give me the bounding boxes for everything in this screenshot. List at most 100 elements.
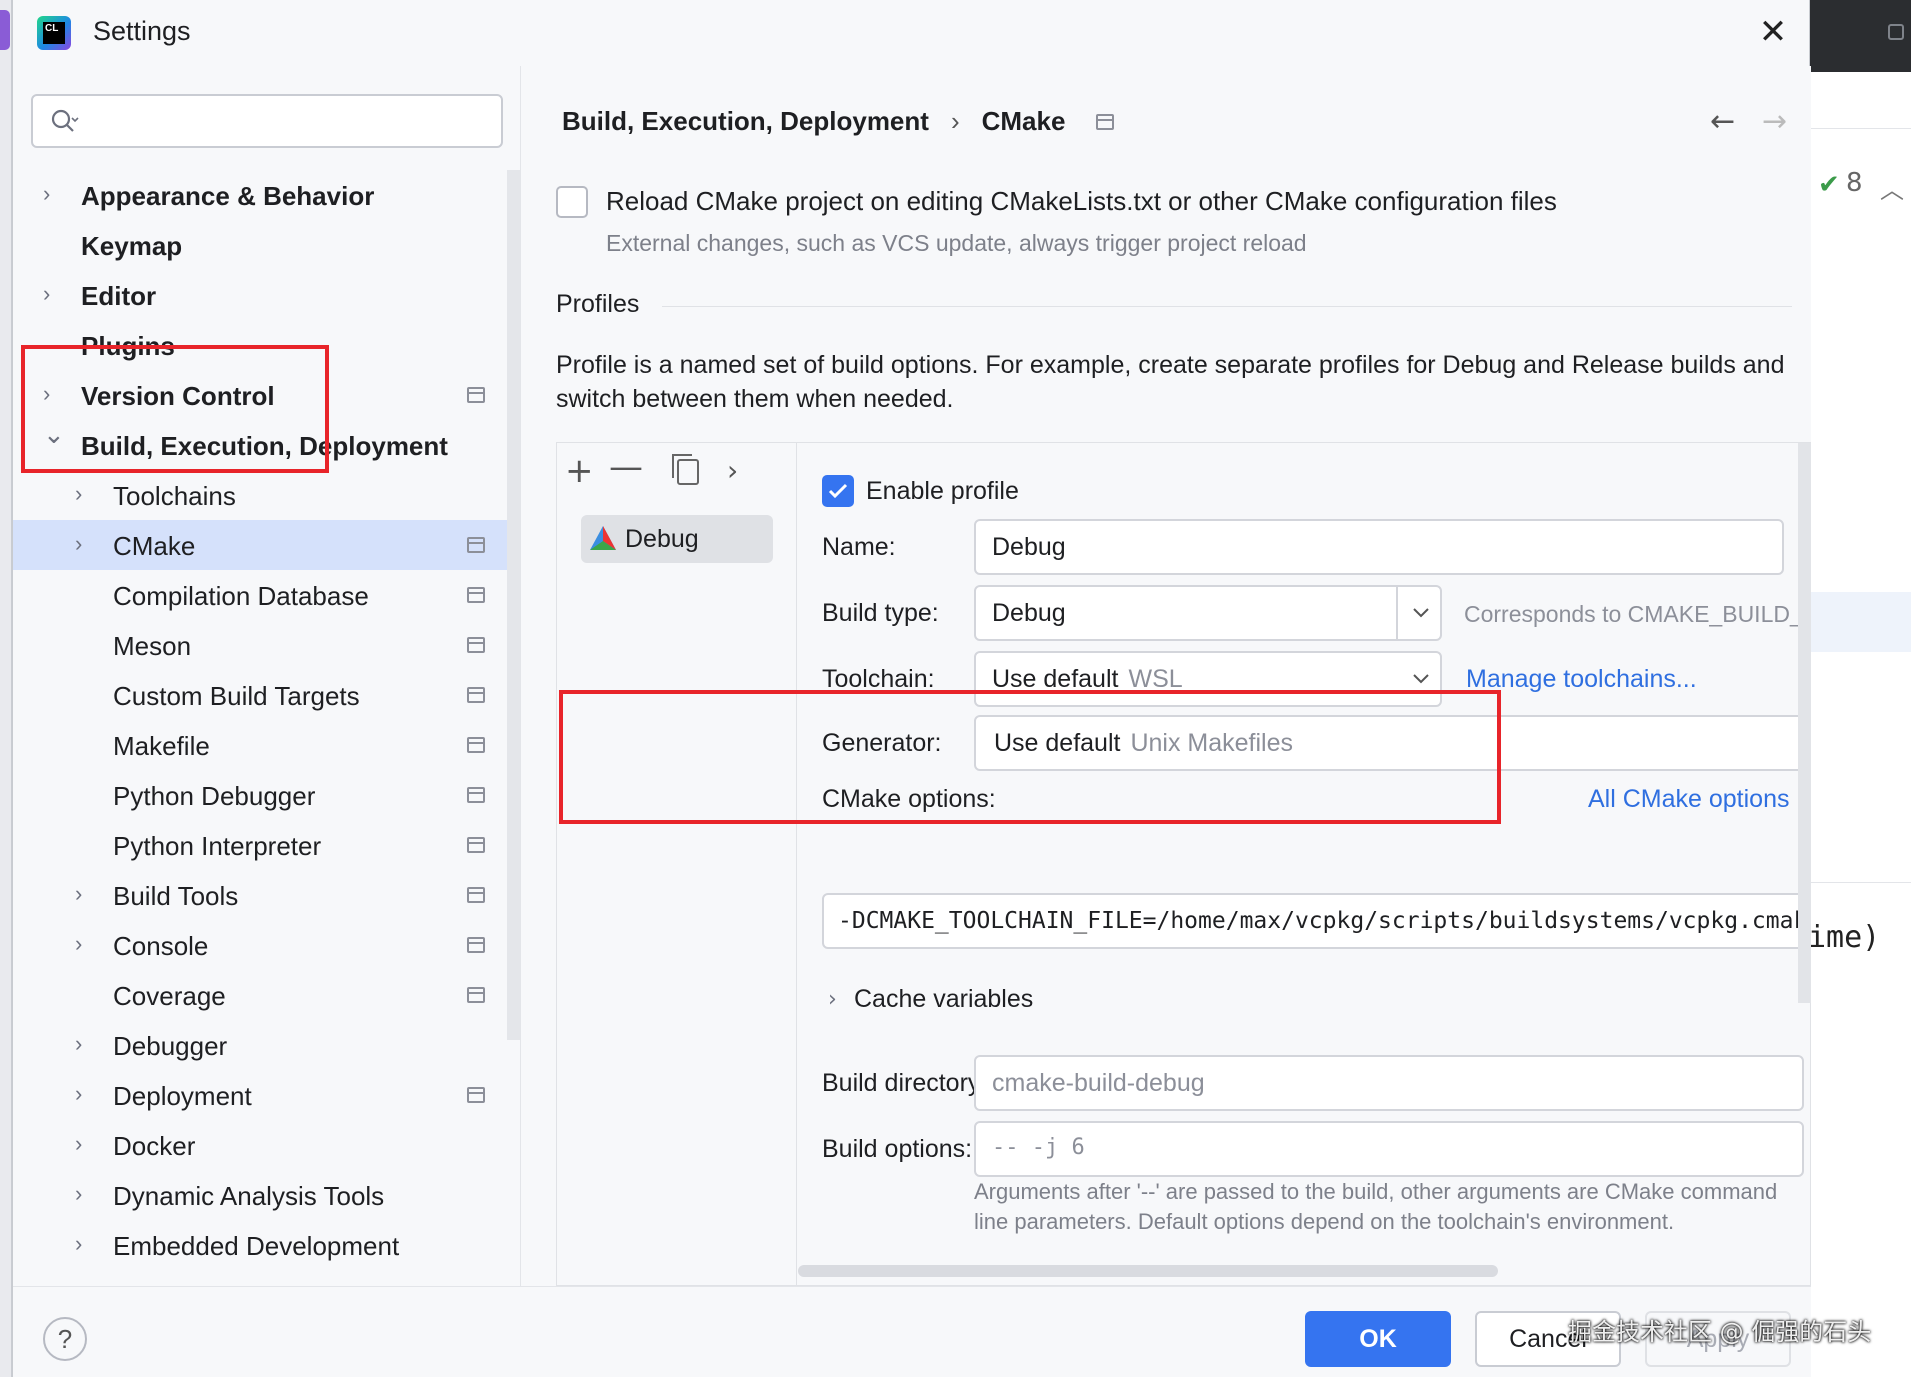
- remove-profile-button[interactable]: —: [609, 449, 643, 485]
- generator-detail: Unix Makefiles: [1130, 729, 1294, 757]
- chevron-right-icon[interactable]: ›: [75, 1232, 95, 1256]
- chevron-right-icon[interactable]: ›: [75, 1132, 95, 1156]
- generator-combobox[interactable]: Use default Unix Makefiles: [974, 715, 1804, 771]
- build-directory-placeholder: cmake-build-debug: [992, 1069, 1205, 1097]
- back-arrow-icon[interactable]: ←: [1710, 104, 1735, 139]
- toolchain-combobox[interactable]: Use default WSL: [974, 651, 1442, 707]
- chevron-right-icon[interactable]: ›: [75, 932, 95, 956]
- profile-list-item[interactable]: Debug: [581, 515, 773, 563]
- sidebar-item[interactable]: Compilation Database: [13, 570, 507, 620]
- sidebar-item[interactable]: › Build Tools: [13, 870, 507, 920]
- manage-toolchains-link[interactable]: Manage toolchains...: [1466, 665, 1697, 694]
- add-profile-button[interactable]: +: [565, 453, 594, 489]
- pin-icon: [467, 787, 485, 803]
- reload-cmake-label[interactable]: Reload CMake project on editing CMakeLis…: [606, 186, 1557, 217]
- profile-name-label: Debug: [625, 525, 699, 553]
- sidebar-item[interactable]: Python Debugger: [13, 770, 507, 820]
- profiles-panel: + — › Debug Enable profile Name: Debug B…: [556, 442, 1811, 1286]
- chevron-right-icon[interactable]: ›: [43, 182, 63, 206]
- ok-button[interactable]: OK: [1305, 1311, 1451, 1367]
- sidebar-item-label: Debugger: [113, 1031, 228, 1061]
- build-type-value: Debug: [992, 599, 1066, 627]
- build-directory-field[interactable]: cmake-build-debug: [974, 1055, 1804, 1111]
- sidebar-item-label: Dynamic Analysis Tools: [113, 1181, 385, 1211]
- sidebar-item[interactable]: Meson: [13, 620, 507, 670]
- sidebar-item[interactable]: › Editor: [13, 270, 507, 320]
- chevron-down-icon[interactable]: ⌄: [43, 421, 65, 447]
- sidebar-scrollbar[interactable]: [507, 170, 520, 1040]
- build-type-combobox[interactable]: Debug: [974, 585, 1442, 641]
- sidebar-item[interactable]: Plugins: [13, 320, 507, 370]
- sidebar-item-label: Toolchains: [113, 481, 236, 511]
- pin-icon: [467, 587, 485, 603]
- name-label: Name:: [822, 533, 896, 561]
- build-options-label: Build options:: [822, 1135, 973, 1163]
- sidebar-item-label: Plugins: [81, 331, 175, 361]
- breadcrumb: Build, Execution, Deployment › CMake: [562, 106, 1065, 137]
- sidebar-item[interactable]: Makefile: [13, 720, 507, 770]
- chevron-right-icon[interactable]: ›: [75, 532, 95, 556]
- help-button[interactable]: ?: [43, 1317, 87, 1361]
- sidebar-item-label: Build Tools: [113, 881, 239, 911]
- chevron-down-icon[interactable]: [1410, 601, 1432, 623]
- sidebar-item[interactable]: › CMake: [13, 520, 507, 570]
- cache-variables-toggle[interactable]: Cache variables: [854, 985, 1033, 1014]
- sidebar-item[interactable]: › Embedded Development: [13, 1220, 507, 1270]
- all-cmake-options-link[interactable]: All CMake options: [1588, 785, 1789, 814]
- sidebar-item[interactable]: › Version Control: [13, 370, 507, 420]
- sidebar-item[interactable]: ⌄ Build, Execution, Deployment: [13, 420, 507, 470]
- build-options-hint: Arguments after '--' are passed to the b…: [974, 1179, 1778, 1234]
- sidebar-item[interactable]: › Dynamic Analysis Tools: [13, 1170, 507, 1220]
- build-options-placeholder: -- -j 6: [992, 1135, 1085, 1160]
- chevron-right-icon[interactable]: ›: [43, 282, 63, 306]
- cmake-icon: [590, 526, 616, 550]
- chevron-right-icon[interactable]: ›: [75, 1032, 95, 1056]
- sidebar-item[interactable]: Coverage: [13, 970, 507, 1020]
- name-field[interactable]: Debug: [974, 519, 1784, 575]
- copy-profile-icon[interactable]: [672, 454, 699, 485]
- sidebar-item-label: Deployment: [113, 1081, 252, 1111]
- sidebar-item-label: Python Interpreter: [113, 831, 322, 861]
- background-divider: [1811, 128, 1911, 129]
- form-horizontal-scrollbar[interactable]: [798, 1265, 1498, 1277]
- forward-arrow-icon[interactable]: →: [1762, 104, 1787, 139]
- sidebar-item[interactable]: › Debugger: [13, 1020, 507, 1070]
- sidebar-item-label: Appearance & Behavior: [81, 181, 375, 211]
- inspection-ok-icon: ✔: [1818, 170, 1840, 200]
- sidebar-item[interactable]: Keymap: [13, 220, 507, 270]
- enable-profile-label[interactable]: Enable profile: [866, 477, 1019, 506]
- background-project-badge: [0, 10, 10, 50]
- sidebar-item[interactable]: › Appearance & Behavior: [13, 170, 507, 220]
- cmake-options-field[interactable]: -DCMAKE_TOOLCHAIN_FILE=/home/max/vcpkg/s…: [822, 893, 1811, 949]
- chevron-up-icon[interactable]: ︿: [1880, 170, 1904, 205]
- sidebar-item[interactable]: Custom Build Targets: [13, 670, 507, 720]
- sidebar-item[interactable]: › Toolchains: [13, 470, 507, 520]
- chevron-right-icon[interactable]: ›: [75, 482, 95, 506]
- sidebar-item[interactable]: › Deployment: [13, 1070, 507, 1120]
- more-actions-button[interactable]: ›: [727, 453, 738, 489]
- sidebar-item[interactable]: Python Interpreter: [13, 820, 507, 870]
- settings-sidebar: › Appearance & Behavior Keymap › Editor Plugi…: [13, 66, 521, 1286]
- section-divider: [662, 306, 1792, 307]
- sidebar-item[interactable]: › Console: [13, 920, 507, 970]
- reload-cmake-checkbox[interactable]: [556, 186, 588, 218]
- expand-chevron-icon[interactable]: ›: [828, 987, 837, 1012]
- profiles-section-title: Profiles: [556, 290, 640, 318]
- cmake-options-label: CMake options:: [822, 785, 996, 813]
- chevron-right-icon[interactable]: ›: [75, 1082, 95, 1106]
- chevron-right-icon[interactable]: ›: [75, 1182, 95, 1206]
- toolchain-value: Use default: [992, 665, 1119, 693]
- settings-content: Build, Execution, Deployment › CMake ← → R…: [522, 66, 1811, 1286]
- pin-icon: [467, 987, 485, 1003]
- search-input[interactable]: [31, 94, 503, 148]
- build-options-field[interactable]: -- -j 6: [974, 1121, 1804, 1177]
- chevron-down-icon[interactable]: [1410, 667, 1432, 689]
- profile-list-pane: + — › Debug: [557, 443, 797, 1286]
- close-button[interactable]: ✕: [1753, 12, 1793, 52]
- form-vertical-scrollbar[interactable]: [1798, 443, 1811, 1003]
- breadcrumb-parent[interactable]: Build, Execution, Deployment: [562, 106, 929, 136]
- sidebar-item[interactable]: › Docker: [13, 1120, 507, 1170]
- chevron-right-icon[interactable]: ›: [43, 382, 63, 406]
- chevron-right-icon[interactable]: ›: [75, 882, 95, 906]
- enable-profile-checkbox[interactable]: [822, 475, 854, 507]
